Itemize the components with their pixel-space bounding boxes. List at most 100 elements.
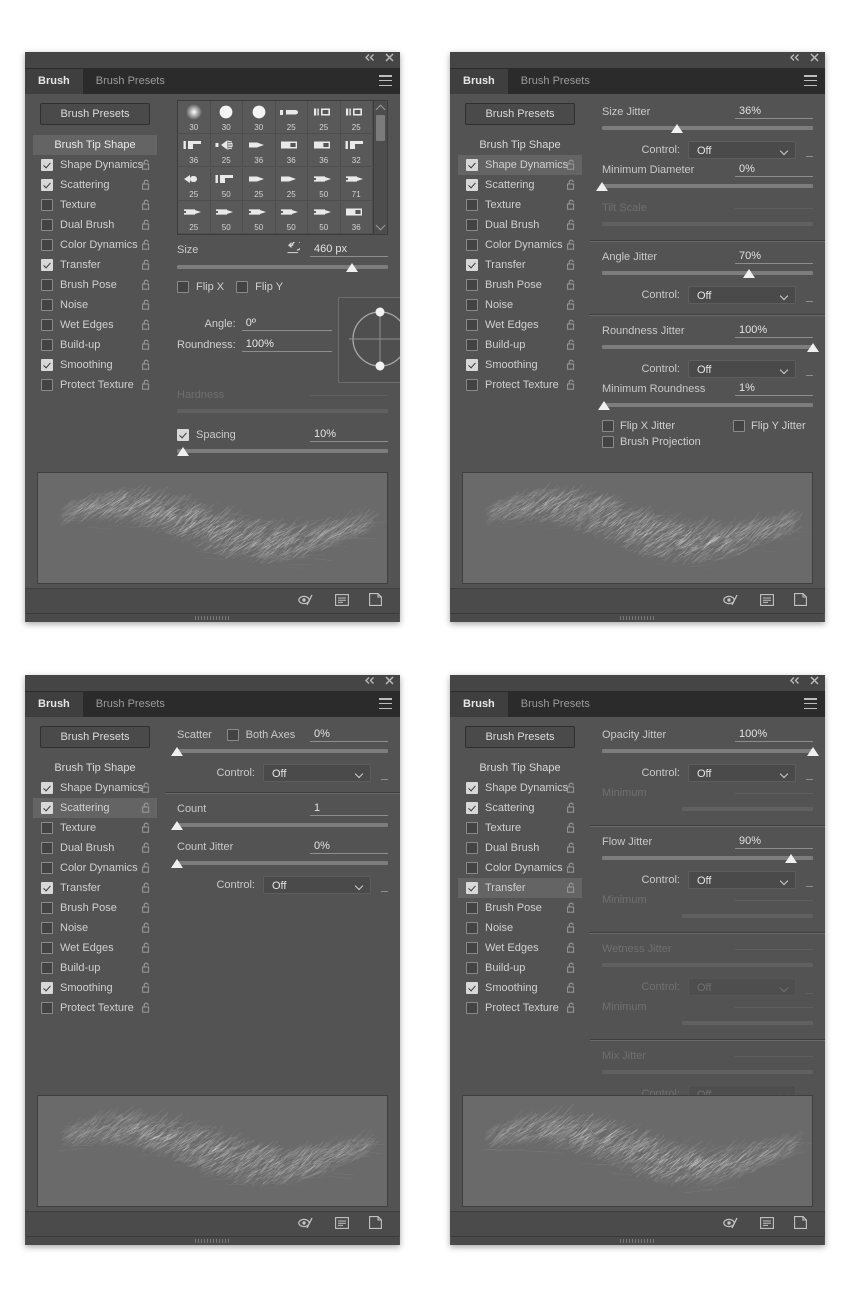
brush-preset-cell[interactable]: 50 <box>275 200 308 234</box>
sidebar-item-smoothing[interactable]: Smoothing <box>458 355 582 375</box>
brush-preset-cell[interactable]: 32 <box>340 134 373 168</box>
sidebar-item-color-dynamics[interactable]: Color Dynamics <box>458 858 582 878</box>
sidebar-item-texture[interactable]: Texture <box>33 195 157 215</box>
brush-presets-button[interactable]: Brush Presets <box>40 103 150 125</box>
brush-projection-checkbox[interactable] <box>602 436 614 448</box>
checkbox[interactable] <box>41 239 53 251</box>
checkbox[interactable] <box>41 339 53 351</box>
brush-preset-cell[interactable]: 36 <box>275 134 308 168</box>
brush-preset-cell[interactable]: 30 <box>178 101 211 134</box>
unlocked-padlock-icon[interactable] <box>567 179 576 193</box>
panel-resize-grip[interactable] <box>451 1236 824 1245</box>
sidebar-item-wet-edges[interactable]: Wet Edges <box>458 315 582 335</box>
brush-presets-button[interactable]: Brush Presets <box>40 726 150 748</box>
panel-resize-grip[interactable] <box>451 613 824 622</box>
checkbox[interactable] <box>466 179 478 191</box>
unlocked-padlock-icon[interactable] <box>567 922 576 936</box>
checkbox[interactable] <box>41 259 53 271</box>
tab-brush-presets[interactable]: Brush Presets <box>83 69 178 94</box>
unlocked-padlock-icon[interactable] <box>142 259 151 273</box>
checkbox[interactable] <box>41 842 53 854</box>
checkbox[interactable] <box>466 279 478 291</box>
brush-presets-button[interactable]: Brush Presets <box>465 103 575 125</box>
checkbox[interactable] <box>41 299 53 311</box>
roundness-jitter-value[interactable]: 100% <box>735 324 813 338</box>
sidebar-item-protect-texture[interactable]: Protect Texture <box>458 998 582 1018</box>
sidebar-item-dual-brush[interactable]: Dual Brush <box>33 838 157 858</box>
checkbox[interactable] <box>466 922 478 934</box>
checkbox[interactable] <box>466 319 478 331</box>
unlocked-padlock-icon[interactable] <box>567 379 576 393</box>
sidebar-item-protect-texture[interactable]: Protect Texture <box>33 998 157 1018</box>
sidebar-item-dual-brush[interactable]: Dual Brush <box>458 838 582 858</box>
minimum-diameter-slider[interactable] <box>602 181 813 194</box>
unlocked-padlock-icon[interactable] <box>567 882 576 896</box>
new-brush-preset-icon[interactable] <box>335 1216 349 1234</box>
checkbox[interactable] <box>41 942 53 954</box>
checkbox[interactable] <box>41 179 53 191</box>
preset-grid-scrollbar[interactable] <box>373 101 387 234</box>
checkbox[interactable] <box>466 822 478 834</box>
brush-preset-cell[interactable]: 30 <box>243 101 276 134</box>
double-chevron-left-icon[interactable] <box>789 676 800 685</box>
checkbox[interactable] <box>466 159 478 171</box>
count-jitter-value[interactable]: 0% <box>310 840 388 854</box>
sidebar-item-build-up[interactable]: Build-up <box>458 958 582 978</box>
sidebar-item-transfer[interactable]: Transfer <box>33 878 157 898</box>
new-document-icon[interactable] <box>369 1215 382 1234</box>
checkbox[interactable] <box>41 219 53 231</box>
chevron-up-icon[interactable] <box>375 104 386 115</box>
size-value[interactable]: 460 px <box>310 243 388 257</box>
spacing-checkbox[interactable] <box>177 429 189 441</box>
unlocked-padlock-icon[interactable] <box>142 339 151 353</box>
brush-preset-cell[interactable]: 50 <box>308 200 341 234</box>
unlocked-padlock-icon[interactable] <box>567 159 576 173</box>
sidebar-item-scattering[interactable]: Scattering <box>33 798 157 818</box>
checkbox[interactable] <box>466 962 478 974</box>
panel-menu-icon[interactable] <box>804 75 817 86</box>
unlocked-padlock-icon[interactable] <box>567 299 576 313</box>
unlocked-padlock-icon[interactable] <box>567 982 576 996</box>
sidebar-item-shape-dynamics[interactable]: Shape Dynamics <box>458 155 582 175</box>
brush-preset-cell[interactable]: 36 <box>243 134 276 168</box>
flip-x-checkbox[interactable] <box>177 281 189 293</box>
sidebar-item-wet-edges[interactable]: Wet Edges <box>458 938 582 958</box>
sidebar-item-texture[interactable]: Texture <box>458 195 582 215</box>
brush-preset-cell[interactable]: 25 <box>275 167 308 201</box>
angle-jitter-value[interactable]: 70% <box>735 250 813 264</box>
brush-preset-cell[interactable]: 25 <box>275 101 308 134</box>
checkbox[interactable] <box>41 1002 53 1014</box>
jitter-value[interactable]: 90% <box>735 835 813 849</box>
checkbox[interactable] <box>41 962 53 974</box>
checkbox[interactable] <box>41 902 53 914</box>
unlocked-padlock-icon[interactable] <box>142 219 151 233</box>
checkbox[interactable] <box>466 802 478 814</box>
chevron-down-icon[interactable] <box>375 220 386 231</box>
sidebar-item-texture[interactable]: Texture <box>458 818 582 838</box>
slider-knob[interactable] <box>171 821 184 832</box>
slider-knob[interactable] <box>743 269 756 280</box>
sidebar-item-scattering[interactable]: Scattering <box>458 798 582 818</box>
checkbox[interactable] <box>466 862 478 874</box>
brush-preset-cell[interactable]: 25 <box>243 167 276 201</box>
eye-slash-icon[interactable] <box>722 1216 740 1234</box>
sidebar-item-build-up[interactable]: Build-up <box>33 958 157 978</box>
new-document-icon[interactable] <box>794 592 807 611</box>
sidebar-item-wet-edges[interactable]: Wet Edges <box>33 938 157 958</box>
unlocked-padlock-icon[interactable] <box>142 942 151 956</box>
sidebar-item-color-dynamics[interactable]: Color Dynamics <box>458 235 582 255</box>
checkbox[interactable] <box>41 379 53 391</box>
close-icon[interactable] <box>810 676 819 685</box>
checkbox[interactable] <box>41 922 53 934</box>
angle-roundness-dial[interactable] <box>337 297 400 383</box>
sidebar-item-dual-brush[interactable]: Dual Brush <box>33 215 157 235</box>
tab-brush[interactable]: Brush <box>25 69 83 94</box>
checkbox[interactable] <box>466 982 478 994</box>
unlocked-padlock-icon[interactable] <box>567 239 576 253</box>
minimum-roundness-value[interactable]: 1% <box>735 382 813 396</box>
flip-y-checkbox[interactable] <box>236 281 249 293</box>
new-document-icon[interactable] <box>369 592 382 611</box>
tab-brush[interactable]: Brush <box>450 69 508 94</box>
unlocked-padlock-icon[interactable] <box>142 982 151 996</box>
sidebar-item-brush-tip-shape[interactable]: Brush Tip Shape <box>458 758 582 778</box>
